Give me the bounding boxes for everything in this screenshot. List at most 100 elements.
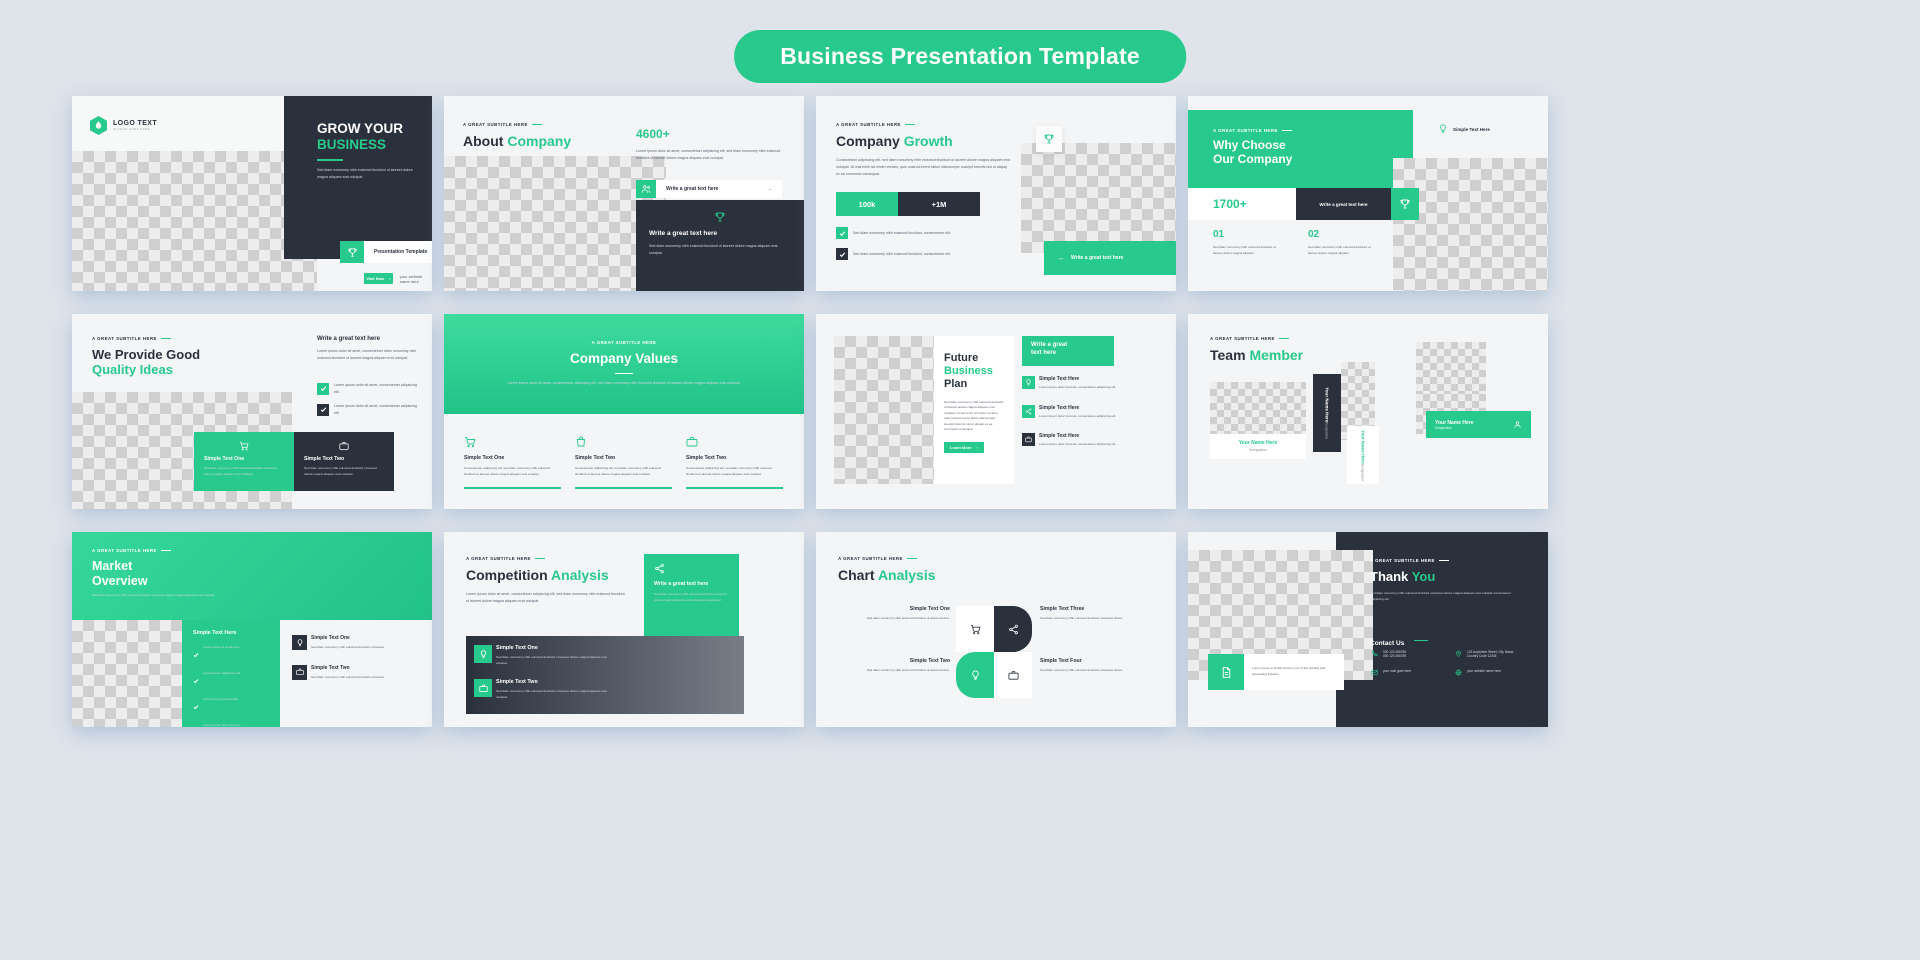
quality-card-two[interactable]: Simple Text Two Sed diam nonummy nibh eu… — [294, 432, 394, 491]
check-icon — [836, 227, 848, 239]
market-header: A GREAT SUBTITLE HERE Market Overview Se… — [72, 532, 432, 620]
slide-business-plan[interactable]: Future Business Plan Sed diam nonummy ni… — [816, 314, 1176, 509]
logo-text: LOGO TEXT — [113, 120, 158, 127]
why-tag-label: Simple Text Here — [1453, 126, 1490, 132]
team-member-card[interactable]: Your Name Here Designation — [1210, 382, 1306, 459]
logo-mark-icon — [90, 116, 107, 135]
about-cta-label: Write a great text here — [666, 186, 719, 192]
quality-tick-row: Lorem ipsum dolor sit amet, consectetuer… — [317, 382, 418, 395]
chart-item: Simple Text Four Sed diam nonummy nibh e… — [1040, 658, 1124, 672]
chart-item: Simple Text Two Sed diam nonummy nibh eu… — [866, 658, 950, 672]
values-card[interactable]: Simple Text One Consectetuer adipiscing … — [464, 436, 561, 490]
about-title: About Company — [463, 133, 572, 149]
slide-team[interactable]: A GREAT SUBTITLE HERE Team Member Your N… — [1188, 314, 1548, 509]
user-icon — [1513, 420, 1522, 429]
cart-icon — [204, 441, 284, 451]
slide-why-choose[interactable]: A GREAT SUBTITLE HERE Why Choose Our Com… — [1188, 96, 1548, 291]
why-title-line1: Why Choose — [1213, 138, 1286, 152]
about-cta-button[interactable]: Write a great text here → — [656, 180, 782, 198]
plan-item: Simple Text Here Lorem ipsum dolor sit a… — [1022, 404, 1125, 420]
market-card[interactable]: Simple Text One Sed diam nonummy nibh eu… — [292, 635, 409, 651]
quality-card-one[interactable]: Simple Text One Sed diam nonummy nibh eu… — [194, 432, 294, 491]
market-panel: Simple Text Here Lorem ipsum is simply t… — [182, 620, 280, 727]
chart-center-left — [956, 652, 994, 698]
cover-body: Sed diam nonummy nibh euismod tincidunt … — [317, 168, 413, 179]
check-icon — [193, 671, 199, 689]
cover-website-label: your website name here — [399, 273, 423, 284]
cover-visit-label: Visit Now — [366, 276, 385, 281]
mail-icon — [1370, 669, 1379, 676]
why-title-line2: Our Company — [1213, 151, 1293, 166]
logo-slogan: SLOGAN GOES HERE — [113, 127, 151, 131]
slide-quality-ideas[interactable]: A GREAT SUBTITLE HERE We Provide Good Qu… — [72, 314, 432, 509]
slide-about[interactable]: A GREAT SUBTITLE HERE About Company 4600… — [444, 96, 804, 291]
bulb-icon — [1022, 376, 1035, 389]
why-item: 02 Sed diam nonummy nibh euismod tincidu… — [1308, 229, 1371, 255]
growth-image-placeholder — [1021, 143, 1176, 253]
briefcase-icon — [292, 664, 307, 680]
slides-grid: LOGO TEXT SLOGAN GOES HERE GROW YOUR BUS… — [72, 96, 1848, 727]
check-icon — [193, 697, 199, 715]
briefcase-icon — [1008, 670, 1018, 680]
values-card[interactable]: Simple Text Two Consectetuer adipiscing … — [575, 436, 672, 490]
chevron-right-icon: › — [389, 276, 391, 281]
plan-image-placeholder — [834, 336, 934, 484]
about-dark-card: Write a great text here Sed diam nonummy… — [636, 200, 804, 291]
briefcase-icon — [474, 679, 492, 698]
cover-cta-button[interactable]: Presentation Template → — [364, 241, 432, 263]
slide-competition[interactable]: A GREAT SUBTITLE HERE Competition Analys… — [444, 532, 804, 727]
about-people-icon — [636, 180, 656, 198]
cover-title-line1: GROW YOUR — [317, 121, 404, 136]
team-member-card[interactable]: Your Name Here Designation — [1426, 411, 1531, 438]
thankyou-title: Thank You — [1370, 569, 1436, 584]
thankyou-contact[interactable]: your mail goes here — [1370, 669, 1448, 676]
competition-banner-body: Sed diam nonummy nibh euismod tincidunt … — [654, 592, 727, 602]
cart-icon — [464, 436, 561, 448]
about-stat: 4600+ — [636, 127, 670, 141]
market-card[interactable]: Simple Text Two Sed diam nonummy nibh eu… — [292, 664, 409, 681]
thankyou-note-icon-box — [1208, 654, 1244, 690]
slide-chart-analysis[interactable]: A GREAT SUBTITLE HERE Chart Analysis Sim… — [816, 532, 1176, 727]
cover-visit-button[interactable]: Visit Now › — [364, 273, 393, 284]
thankyou-contact[interactable]: your website name here — [1454, 669, 1542, 676]
growth-body: Consectetuer adipiscing elit, sed diam n… — [836, 158, 1010, 176]
growth-ribbon-label: Write a great text here — [1071, 255, 1124, 261]
competition-card[interactable]: Simple Text One Sed diam nonummy nibh eu… — [474, 645, 616, 666]
thankyou-note: Lorem ipsum is simply dummy text of the … — [1244, 654, 1344, 690]
growth-ribbon[interactable]: ← Write a great text here — [1044, 241, 1176, 275]
check-icon — [193, 645, 199, 663]
check-icon — [193, 723, 199, 727]
growth-title: Company Growth — [836, 133, 953, 149]
presentation-template-poster: Business Presentation Template LOGO TEXT… — [0, 0, 1920, 960]
market-title-line2: Overview — [92, 573, 148, 588]
slide-cover[interactable]: LOGO TEXT SLOGAN GOES HERE GROW YOUR BUS… — [72, 96, 432, 291]
growth-tick-row: Sed diam nonummy nibh euismod tincidunt,… — [836, 248, 1013, 260]
values-header: A GREAT SUBTITLE HERE Company Values Lor… — [444, 314, 804, 414]
check-icon — [317, 403, 329, 416]
briefcase-icon — [1022, 433, 1035, 447]
market-body: Sed diam nonummy nibh euismod tincidunt … — [92, 593, 216, 597]
chart-item: Simple Text One Sed diam nonummy nibh eu… — [866, 606, 950, 620]
cover-title-line2: BUSINESS — [317, 136, 387, 152]
bulb-icon — [474, 645, 492, 663]
plan-title-line1: Future — [944, 352, 979, 364]
slide-thank-you[interactable]: A GREAT SUBTITLE HERE Thank You Sed diam… — [1188, 532, 1548, 727]
chart-title: Chart Analysis — [838, 567, 936, 583]
slide-growth[interactable]: A GREAT SUBTITLE HERE Company Growth Con… — [816, 96, 1176, 291]
values-body: Lorem ipsum dolor sit amet, consectetuer… — [507, 381, 741, 386]
competition-card[interactable]: Simple Text Two Sed diam nonummy nibh eu… — [474, 679, 616, 700]
growth-stat-dark: +1M — [898, 192, 980, 216]
values-card[interactable]: Simple Text Two Consectetuer adipiscing … — [686, 436, 783, 490]
about-trophy-icon — [649, 211, 791, 223]
thankyou-contact[interactable]: 000 123 456789 000 123 456789 — [1370, 650, 1448, 658]
why-cta-button[interactable]: Write a great text here — [1296, 188, 1391, 220]
team-member-card[interactable]: Your Name Here Designation — [1313, 374, 1341, 452]
thankyou-contact[interactable]: 123 Anywhere Street, City Name, Country … — [1454, 650, 1542, 658]
team-avatar — [1416, 342, 1486, 394]
plan-item: Simple Text Here Lorem ipsum dolor sit a… — [1022, 376, 1125, 391]
team-member-card[interactable]: Your Name Here Designation — [1347, 426, 1379, 484]
slide-company-values[interactable]: A GREAT SUBTITLE HERE Company Values Lor… — [444, 314, 804, 509]
about-eyebrow: A GREAT SUBTITLE HERE — [463, 122, 528, 127]
slide-market-overview[interactable]: A GREAT SUBTITLE HERE Market Overview Se… — [72, 532, 432, 727]
plan-learn-more-button[interactable]: Learn More › — [944, 441, 984, 453]
